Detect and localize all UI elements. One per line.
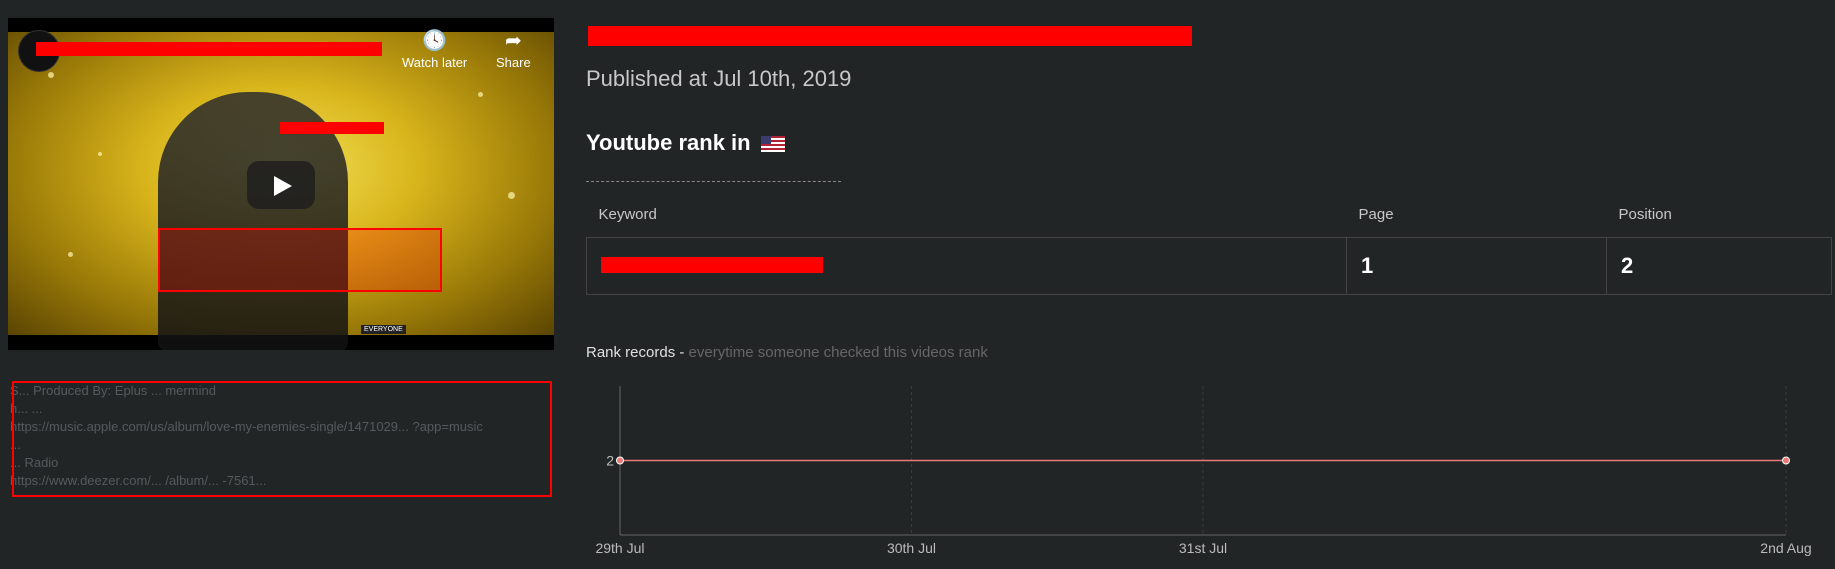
x-tick-label: 31st Jul: [1179, 540, 1227, 556]
x-tick-label: 2nd Aug: [1760, 540, 1811, 556]
video-overlay-redacted: [158, 228, 442, 292]
rank-records-sub: everytime someone checked this videos ra…: [684, 344, 988, 361]
video-title-redacted: [588, 26, 1192, 46]
video-overlay-redacted: [280, 122, 384, 134]
x-tick-label: 30th Jul: [887, 540, 936, 556]
data-point: [1782, 456, 1790, 465]
rank-records-label: Rank records -: [586, 344, 685, 361]
data-point: [616, 456, 624, 465]
rank-heading: Youtube rank in: [586, 130, 785, 156]
rating-badge: EVERYONE: [361, 325, 406, 334]
keyword-redacted: [601, 257, 823, 273]
video-player[interactable]: EVERYONE 🕓 Watch later ➦ Share: [8, 18, 554, 350]
play-button[interactable]: [247, 161, 315, 209]
share-label: Share: [496, 55, 531, 70]
published-date: Published at Jul 10th, 2019: [586, 66, 852, 91]
table-row: 1 2: [586, 237, 1832, 295]
watch-later-button[interactable]: 🕓 Watch later: [402, 28, 467, 70]
rank-chart: 29th Jul 30th Jul 31st Jul 2nd Aug 2: [595, 386, 1812, 556]
clock-icon: 🕓: [422, 30, 448, 52]
keyword-cell[interactable]: [586, 237, 1347, 295]
position-header: Position: [1618, 206, 1672, 223]
page-cell: 1: [1346, 237, 1607, 295]
position-cell: 2: [1606, 237, 1832, 295]
keyword-table: Keyword Page Position 1 2: [586, 206, 1832, 295]
keyword-header: Keyword: [598, 206, 657, 223]
watch-later-label: Watch later: [402, 55, 468, 70]
share-button[interactable]: ➦ Share: [496, 28, 531, 70]
share-icon: ➦: [504, 30, 522, 52]
description-redacted-box: [12, 381, 552, 497]
y-tick-label: 2: [606, 453, 614, 469]
video-title-redacted: [36, 42, 382, 56]
page-header: Page: [1358, 206, 1394, 223]
x-tick-label: 29th Jul: [595, 540, 644, 556]
rank-records-heading: Rank records - everytime someone checked…: [586, 344, 988, 361]
us-flag-icon: [760, 136, 785, 153]
rank-heading-label: Youtube rank in: [586, 130, 751, 155]
divider: [586, 181, 841, 182]
